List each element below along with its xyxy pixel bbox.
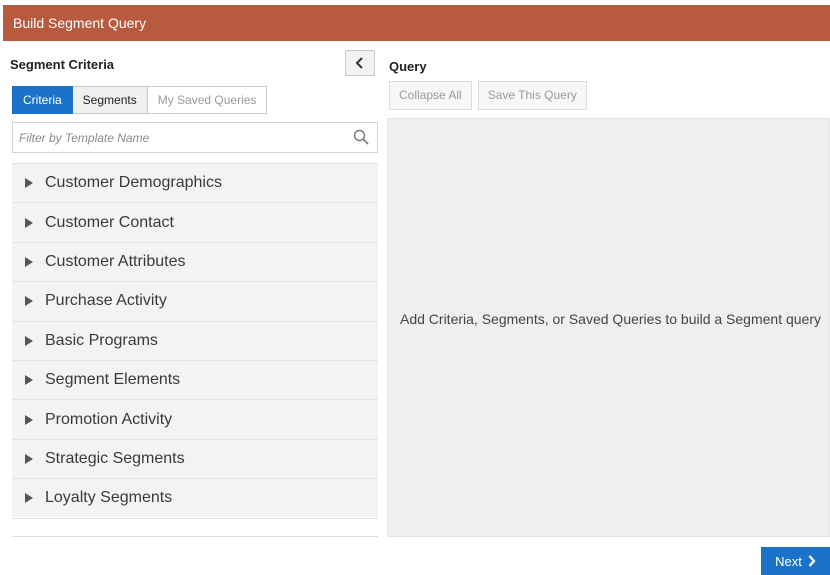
expand-arrow-icon <box>25 217 33 228</box>
category-strategic-segments[interactable]: Strategic Segments <box>12 440 378 480</box>
category-label: Strategic Segments <box>45 449 185 467</box>
category-label: Basic Programs <box>45 331 158 349</box>
category-customer-contact[interactable]: Customer Contact <box>12 203 378 243</box>
category-label: Loyalty Segments <box>45 489 173 507</box>
category-label: Customer Contact <box>45 213 174 231</box>
category-loyalty-segments[interactable]: Loyalty Segments <box>12 479 378 519</box>
criteria-tabs: Criteria Segments My Saved Queries <box>12 86 268 114</box>
dialog-title: Build Segment Query <box>13 15 147 31</box>
query-toolbar: Collapse All Save This Query <box>389 81 587 110</box>
expand-arrow-icon <box>25 296 33 307</box>
expand-arrow-icon <box>25 178 33 189</box>
dialog-title-bar: Build Segment Query <box>3 5 830 41</box>
filter-template-input[interactable] <box>13 123 343 152</box>
expand-arrow-icon <box>25 375 33 386</box>
filter-box <box>12 122 378 153</box>
query-heading: Query <box>389 59 427 74</box>
next-button[interactable]: Next <box>761 547 830 575</box>
save-query-button[interactable]: Save This Query <box>477 81 587 110</box>
tab-segments[interactable]: Segments <box>72 86 148 114</box>
category-label: Promotion Activity <box>45 410 173 428</box>
expand-arrow-icon <box>25 414 33 425</box>
tab-criteria[interactable]: Criteria <box>12 86 73 114</box>
category-customer-demographics[interactable]: Customer Demographics <box>12 164 378 204</box>
collapse-all-button[interactable]: Collapse All <box>389 81 472 110</box>
category-customer-attributes[interactable]: Customer Attributes <box>12 243 378 283</box>
divider <box>12 536 378 537</box>
chevron-right-icon <box>808 555 816 567</box>
category-label: Customer Demographics <box>45 174 222 192</box>
next-button-label: Next <box>775 553 802 569</box>
category-promotion-activity[interactable]: Promotion Activity <box>12 400 378 440</box>
collapse-panel-button[interactable] <box>345 50 375 76</box>
category-label: Customer Attributes <box>45 252 186 270</box>
expand-arrow-icon <box>25 453 33 464</box>
expand-arrow-icon <box>25 335 33 346</box>
category-label: Segment Elements <box>45 371 181 389</box>
category-label: Purchase Activity <box>45 292 167 310</box>
category-basic-programs[interactable]: Basic Programs <box>12 322 378 361</box>
expand-arrow-icon <box>25 256 33 267</box>
empty-query-message: Add Criteria, Segments, or Saved Queries… <box>400 311 821 327</box>
tab-my-saved-queries[interactable]: My Saved Queries <box>147 86 268 114</box>
query-drop-area[interactable]: Add Criteria, Segments, or Saved Queries… <box>387 118 830 537</box>
segment-criteria-heading: Segment Criteria <box>10 57 115 72</box>
search-icon[interactable] <box>353 129 369 145</box>
category-segment-elements[interactable]: Segment Elements <box>12 361 378 401</box>
category-purchase-activity[interactable]: Purchase Activity <box>12 282 378 322</box>
expand-arrow-icon <box>25 493 33 504</box>
criteria-category-list: Customer Demographics Customer Contact C… <box>12 163 378 519</box>
chevron-left-icon <box>355 57 363 69</box>
